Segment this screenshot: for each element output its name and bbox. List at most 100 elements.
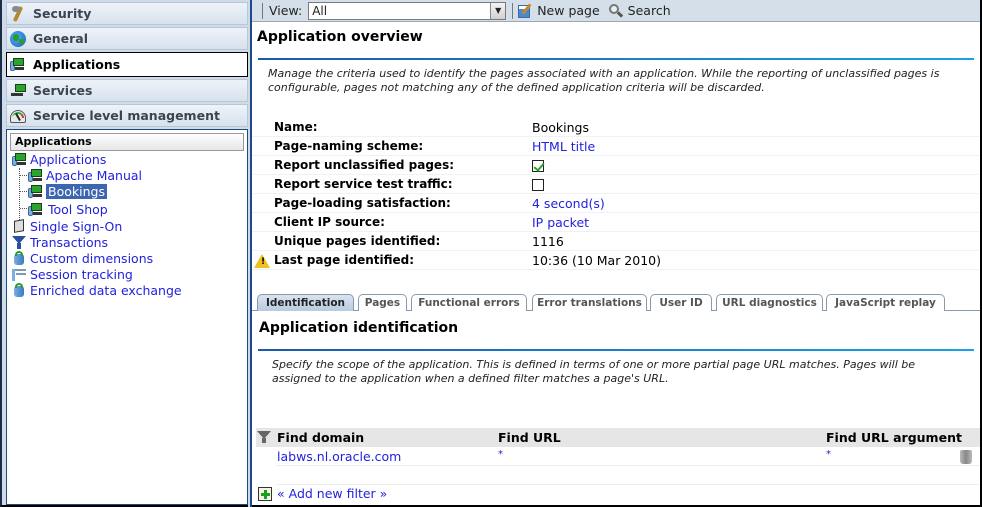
add-filter-button[interactable]: « Add new filter » [258,486,387,501]
description-line: configurable, pages not matching any of … [268,81,765,94]
tree-item-label: Applications [30,151,107,167]
tab-javascript-replay[interactable]: JavaScript replay [826,294,945,311]
field-row-page-loading: Page-loading satisfaction: 4 second(s) [252,194,980,213]
view-label: View: [269,3,303,18]
field-row-unique-pages: Unique pages identified: 1116 [252,232,980,251]
tree-header: Applications [10,133,244,151]
page-naming-link[interactable]: HTML title [532,139,595,154]
overview-title: Application overview [257,29,423,45]
accordion-security[interactable]: Security [6,2,248,25]
main-content: View: All ▼ New page Search Application … [252,0,982,507]
tree-item-label: Tool Shop [48,201,108,217]
field-label: Unique pages identified: [274,234,441,248]
toolbar-separator [262,2,263,19]
tab-error-translations[interactable]: Error translations [532,294,647,311]
tree-item-applications[interactable]: Applications [12,151,106,167]
application-icon [28,184,42,198]
page-loading-link[interactable]: 4 second(s) [532,196,605,211]
field-row-report-unclassified: Report unclassified pages: [252,156,980,175]
field-label: Report unclassified pages: [274,158,455,172]
accordion-label: Service level management [33,108,220,123]
tree-item-label: Single Sign-On [30,218,123,234]
description-line: assigned to the application when a defin… [272,372,669,385]
identification-title: Application identification [259,320,459,336]
tree-item-label: Session tracking [30,266,133,282]
field-row-report-test-traffic: Report service test traffic: [252,175,980,194]
description-line: Manage the criteria used to identify the… [268,67,940,80]
tab-url-diagnostics[interactable]: URL diagnostics [716,294,823,311]
accordion-general[interactable]: General [6,27,248,50]
field-row-last-page: ! Last page identified: 10:36 (10 Mar 20… [252,251,980,270]
new-page-button[interactable]: New page [517,2,600,19]
view-select-value: All [312,3,328,18]
tree-item-tool-shop[interactable]: Tool Shop [28,201,108,217]
tree-connector [20,208,27,209]
column-header-find-url: Find URL [498,430,561,445]
field-label: Page-naming scheme: [274,139,424,153]
tree-item-label: Enriched data exchange [30,282,182,298]
tree-connector [20,175,27,176]
application-icon [28,168,42,182]
accordion-applications[interactable]: Applications [6,52,248,77]
tree-item-transactions[interactable]: Transactions [12,234,108,250]
search-label: Search [627,3,671,18]
toolbar: View: All ▼ New page Search [252,0,980,22]
session-icon [12,267,26,281]
field-row-name: Name: Bookings [252,118,980,137]
tree-item-label: Bookings [46,183,107,199]
tree-item-custom-dimensions[interactable]: Custom dimensions [12,250,153,266]
accordion-label: Services [33,83,93,98]
field-label: Name: [274,120,318,134]
tab-pages[interactable]: Pages [358,294,407,311]
identification-description: Specify the scope of the application. Th… [272,358,980,386]
name-value: Bookings [532,120,589,135]
client-ip-link[interactable]: IP packet [532,215,589,230]
delete-icon[interactable] [960,450,972,464]
filter-argument-link[interactable]: * [826,449,831,460]
tab-functional-errors[interactable]: Functional errors [411,294,527,311]
search-button[interactable]: Search [608,3,671,19]
tree-item-label: Apache Manual [46,167,143,183]
field-label: Report service test traffic: [274,177,453,191]
toolbar-separator [512,2,514,19]
tree-item-bookings[interactable]: Bookings [28,183,107,199]
filter-domain-link[interactable]: labws.nl.oracle.com [277,449,401,464]
tab-identification[interactable]: Identification [257,294,354,311]
filter-row: labws.nl.oracle.com * * [276,447,980,466]
field-row-client-ip: Client IP source: IP packet [252,213,980,232]
view-select[interactable]: All ▼ [308,1,507,20]
filter-url-link[interactable]: * [498,449,503,460]
report-unclassified-checkbox[interactable] [532,160,544,172]
database-icon [12,283,26,297]
section-divider [258,58,974,60]
filter-table-header: Find domain Find URL Find URL argument [256,428,980,447]
funnel-icon [12,235,26,249]
database-icon [12,251,26,265]
field-label: Page-loading satisfaction: [274,196,451,210]
field-row-page-naming: Page-naming scheme: HTML title [252,137,980,156]
tree-item-label: Custom dimensions [30,250,154,266]
tree-item-apache-manual[interactable]: Apache Manual [28,167,142,183]
funnel-stem [262,438,266,443]
chevron-down-icon[interactable]: ▼ [490,2,506,19]
overview-description: Manage the criteria used to identify the… [268,67,980,95]
report-test-traffic-checkbox[interactable] [532,179,544,191]
tree-item-single-sign-on[interactable]: Single Sign-On [12,218,122,234]
accordion-label: Security [33,6,92,21]
tab-user-id[interactable]: User ID [650,294,712,311]
last-page-value: 10:36 (10 Mar 2010) [532,253,661,268]
accordion-services[interactable]: Services [6,79,248,102]
accordion-service-level-management[interactable]: Service level management [6,104,248,127]
application-tree: Applications Applications Apache Manual … [6,129,248,505]
column-header-find-domain: Find domain [277,430,365,445]
search-icon [608,3,624,19]
tree-item-session-tracking[interactable]: Session tracking [12,266,133,282]
warning-mark: ! [261,257,266,267]
application-icon [12,152,26,166]
field-label: Last page identified: [274,253,415,267]
filter-row-empty [276,466,980,485]
new-page-label: New page [537,3,600,18]
report-test-traffic-checkbox-wrap [532,177,544,192]
application-icon [10,57,28,73]
tree-item-enriched-data-exchange[interactable]: Enriched data exchange [12,282,182,298]
